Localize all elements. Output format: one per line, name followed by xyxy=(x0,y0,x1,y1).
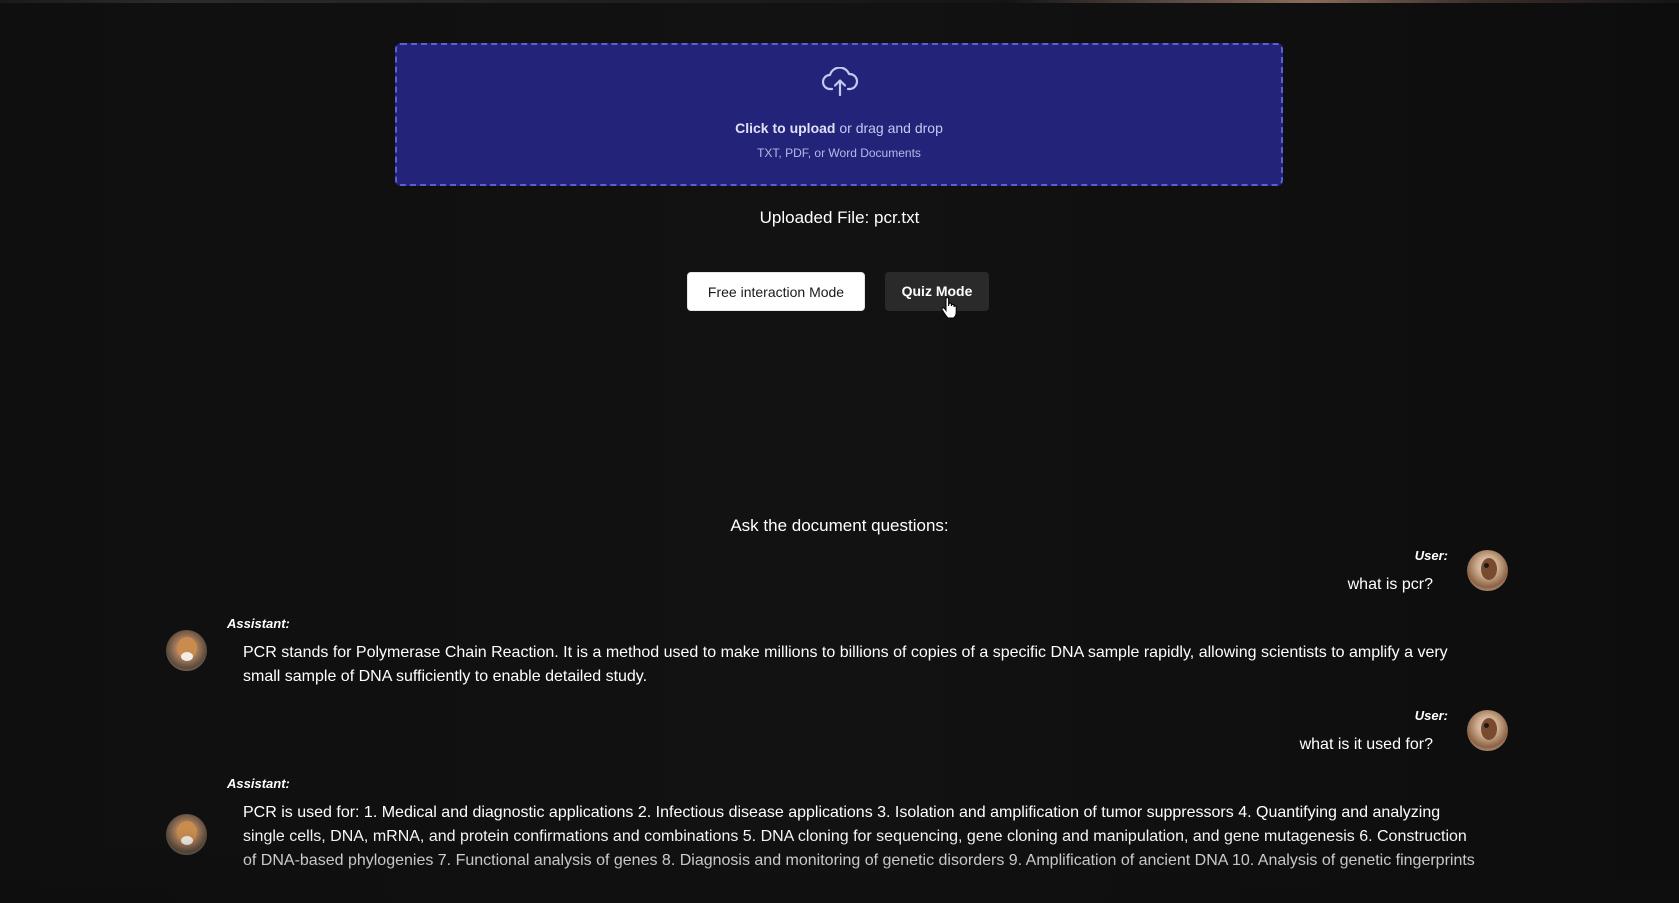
assistant-message: PCR stands for Polymerase Chain Reaction… xyxy=(243,644,1448,685)
assistant-role-label: Assistant: xyxy=(227,776,290,791)
uploaded-file-label: Uploaded File: pcr.txt xyxy=(759,208,920,227)
chat-prompt: Ask the document questions: xyxy=(730,516,949,535)
user-role-label: User: xyxy=(1414,708,1448,723)
free-interaction-mode-button[interactable]: Free interaction Mode xyxy=(687,272,865,311)
assistant-role-label: Assistant: xyxy=(227,616,290,631)
cloud-upload-icon xyxy=(822,67,858,97)
upload-instruction: Click to upload or drag and drop xyxy=(397,120,1281,136)
assistant-message: PCR is used for: 1. Medical and diagnost… xyxy=(243,804,1475,869)
drag-drop-text: or drag and drop xyxy=(835,120,943,136)
hand-cursor-icon xyxy=(941,297,957,319)
user-avatar xyxy=(1467,550,1508,591)
click-to-upload-text[interactable]: Click to upload xyxy=(735,120,835,136)
user-message: what is pcr? xyxy=(1347,576,1433,593)
user-role-label: User: xyxy=(1414,548,1448,563)
top-strip xyxy=(0,0,1679,3)
upload-formats: TXT, PDF, or Word Documents xyxy=(757,146,921,160)
upload-dropzone[interactable]: Click to upload or drag and drop TXT, PD… xyxy=(395,43,1283,186)
assistant-avatar xyxy=(166,630,207,671)
user-message: what is it used for? xyxy=(1299,736,1433,753)
quiz-mode-button[interactable]: Quiz Mode xyxy=(885,272,989,311)
user-avatar xyxy=(1467,710,1508,751)
assistant-avatar xyxy=(166,814,207,855)
page: Click to upload or drag and drop TXT, PD… xyxy=(0,0,1679,903)
